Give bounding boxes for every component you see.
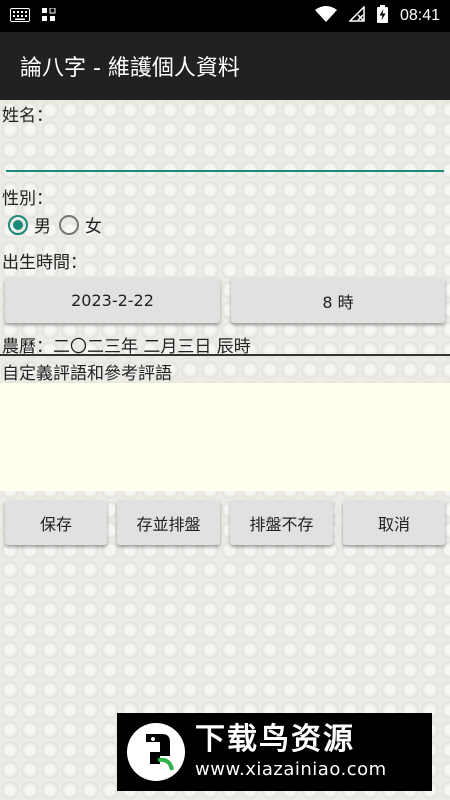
- watermark-url: www.xiazainiao.com: [195, 759, 387, 780]
- apps-grid-icon: [42, 7, 56, 26]
- battery-charging-icon: [376, 5, 388, 27]
- wifi-icon: [314, 6, 337, 26]
- comment-textarea[interactable]: [0, 383, 450, 491]
- no-sim-icon: [348, 5, 365, 26]
- save-and-chart-button[interactable]: 存並排盤: [117, 500, 220, 545]
- status-time: 08:41: [399, 7, 440, 24]
- watermark-title: 下载鸟资源: [195, 722, 355, 757]
- birth-date-button[interactable]: 2023-2-22: [5, 278, 220, 323]
- gender-radio-female[interactable]: 女: [59, 212, 102, 237]
- name-input[interactable]: [6, 130, 444, 172]
- keyboard-icon: [10, 7, 30, 26]
- watermark-banner: 下载鸟资源 www.xiazainiao.com: [117, 713, 432, 791]
- page-title: 論八字 - 維護個人資料: [20, 56, 240, 81]
- cancel-button[interactable]: 取消: [343, 500, 445, 545]
- radio-unchecked-icon: [59, 214, 79, 235]
- app-bar: 論八字 - 維護個人資料: [0, 32, 450, 100]
- gender-radio-group: 男 女: [8, 212, 110, 237]
- birth-hour-button[interactable]: 8 時: [231, 278, 445, 323]
- chart-without-save-button[interactable]: 排盤不存: [230, 500, 333, 545]
- save-button[interactable]: 保存: [5, 500, 107, 545]
- gender-option-label: 男: [34, 217, 51, 237]
- status-bar: 08:41: [0, 0, 450, 32]
- gender-label: 性別：: [2, 189, 53, 209]
- gender-option-label: 女: [85, 217, 102, 237]
- divider: [0, 354, 450, 356]
- gender-radio-male[interactable]: 男: [8, 212, 51, 237]
- name-label: 姓名：: [2, 106, 53, 126]
- radio-checked-icon: [8, 214, 28, 235]
- birth-time-label: 出生時間：: [2, 253, 87, 273]
- comment-label: 自定義評語和參考評語: [2, 364, 172, 384]
- bird-logo-icon: [127, 723, 185, 781]
